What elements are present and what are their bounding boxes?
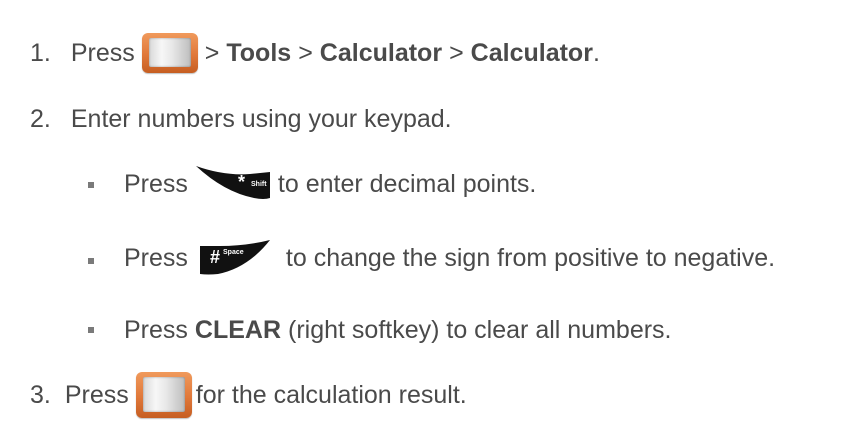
bullet-marker (88, 327, 94, 333)
step-3: 3. Press for the calculation result. (30, 370, 467, 420)
bullet-marker (88, 258, 94, 264)
sub-step-star-key: Press * Shift to enter decimal points. (124, 162, 536, 206)
step-text-press: Press (70, 38, 135, 67)
step-text-press: Press (64, 380, 129, 409)
period: . (592, 38, 600, 67)
sub-step-clear: Press CLEAR (right softkey) to clear all… (124, 315, 672, 345)
step-text-press: Press (124, 169, 188, 198)
clear-softkey-label: CLEAR (194, 315, 282, 344)
step-text: (right softkey) to clear all numbers. (288, 315, 672, 344)
step-number: 1. (30, 38, 51, 67)
svg-text:Space: Space (223, 249, 244, 256)
svg-text:*: * (238, 172, 245, 192)
bullet-marker (88, 182, 94, 188)
menu-path-calculator: Calculator (319, 38, 443, 67)
step-1: 1. Press > Tools > Calculator > Calculat… (30, 30, 600, 76)
step-number: 2. (30, 104, 51, 133)
step-2: 2. Enter numbers using your keypad. (30, 104, 452, 134)
step-text: Enter numbers using your keypad. (70, 104, 452, 133)
svg-text:#: # (210, 247, 220, 267)
svg-text:Shift: Shift (251, 181, 267, 188)
separator: > (298, 38, 313, 67)
separator: > (449, 38, 464, 67)
step-text: to enter decimal points. (277, 169, 537, 198)
step-text-press: Press (124, 315, 188, 344)
menu-path-tools: Tools (226, 38, 292, 67)
step-text-press: Press (124, 243, 188, 272)
step-text: to change the sign from positive to nega… (285, 243, 776, 272)
menu-path-calculator-item: Calculator (470, 38, 593, 67)
step-number: 3. (30, 380, 51, 409)
sub-step-pound-key: Press # Space to change the sign from po… (124, 236, 775, 280)
menu-ok-key-icon (141, 33, 198, 73)
star-shift-key-icon: * Shift (195, 166, 270, 199)
step-text: for the calculation result. (195, 380, 467, 409)
separator: > (204, 38, 220, 67)
menu-ok-key-icon (135, 372, 192, 418)
pound-space-key-icon: # Space (199, 240, 270, 275)
